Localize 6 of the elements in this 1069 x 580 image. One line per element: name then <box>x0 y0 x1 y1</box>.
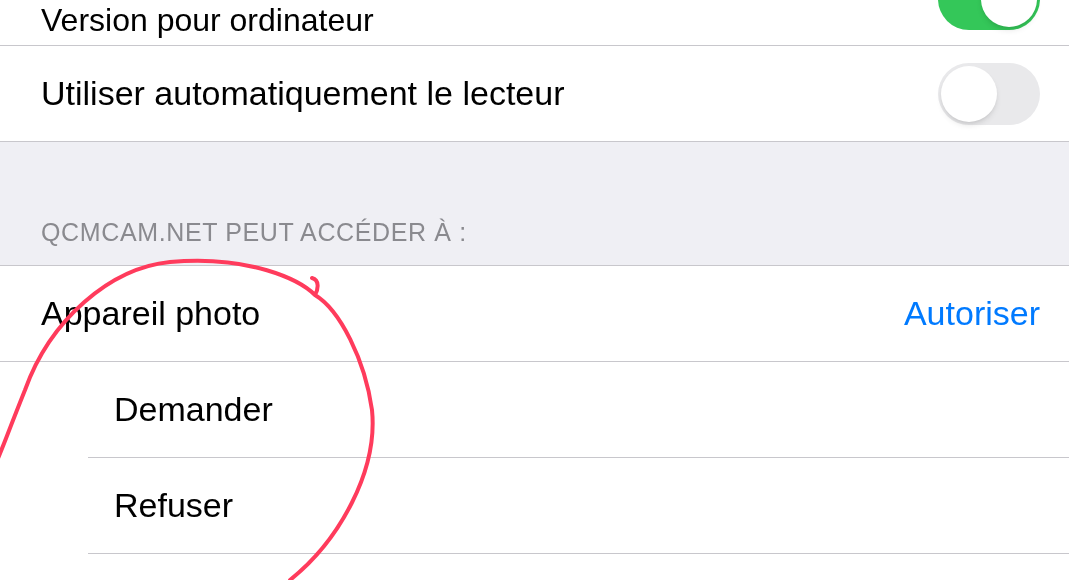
option-item[interactable]: Demander <box>114 384 273 435</box>
setting-label: Utiliser automatiquement le lecteur <box>41 73 565 114</box>
option-item[interactable]: Refuser <box>114 480 234 531</box>
setting-label: Version pour ordinateur <box>41 2 374 38</box>
permission-value[interactable]: Autoriser <box>903 288 1040 339</box>
section-header: QCMCAM.NET PEUT ACCÉDER À : <box>41 216 467 248</box>
